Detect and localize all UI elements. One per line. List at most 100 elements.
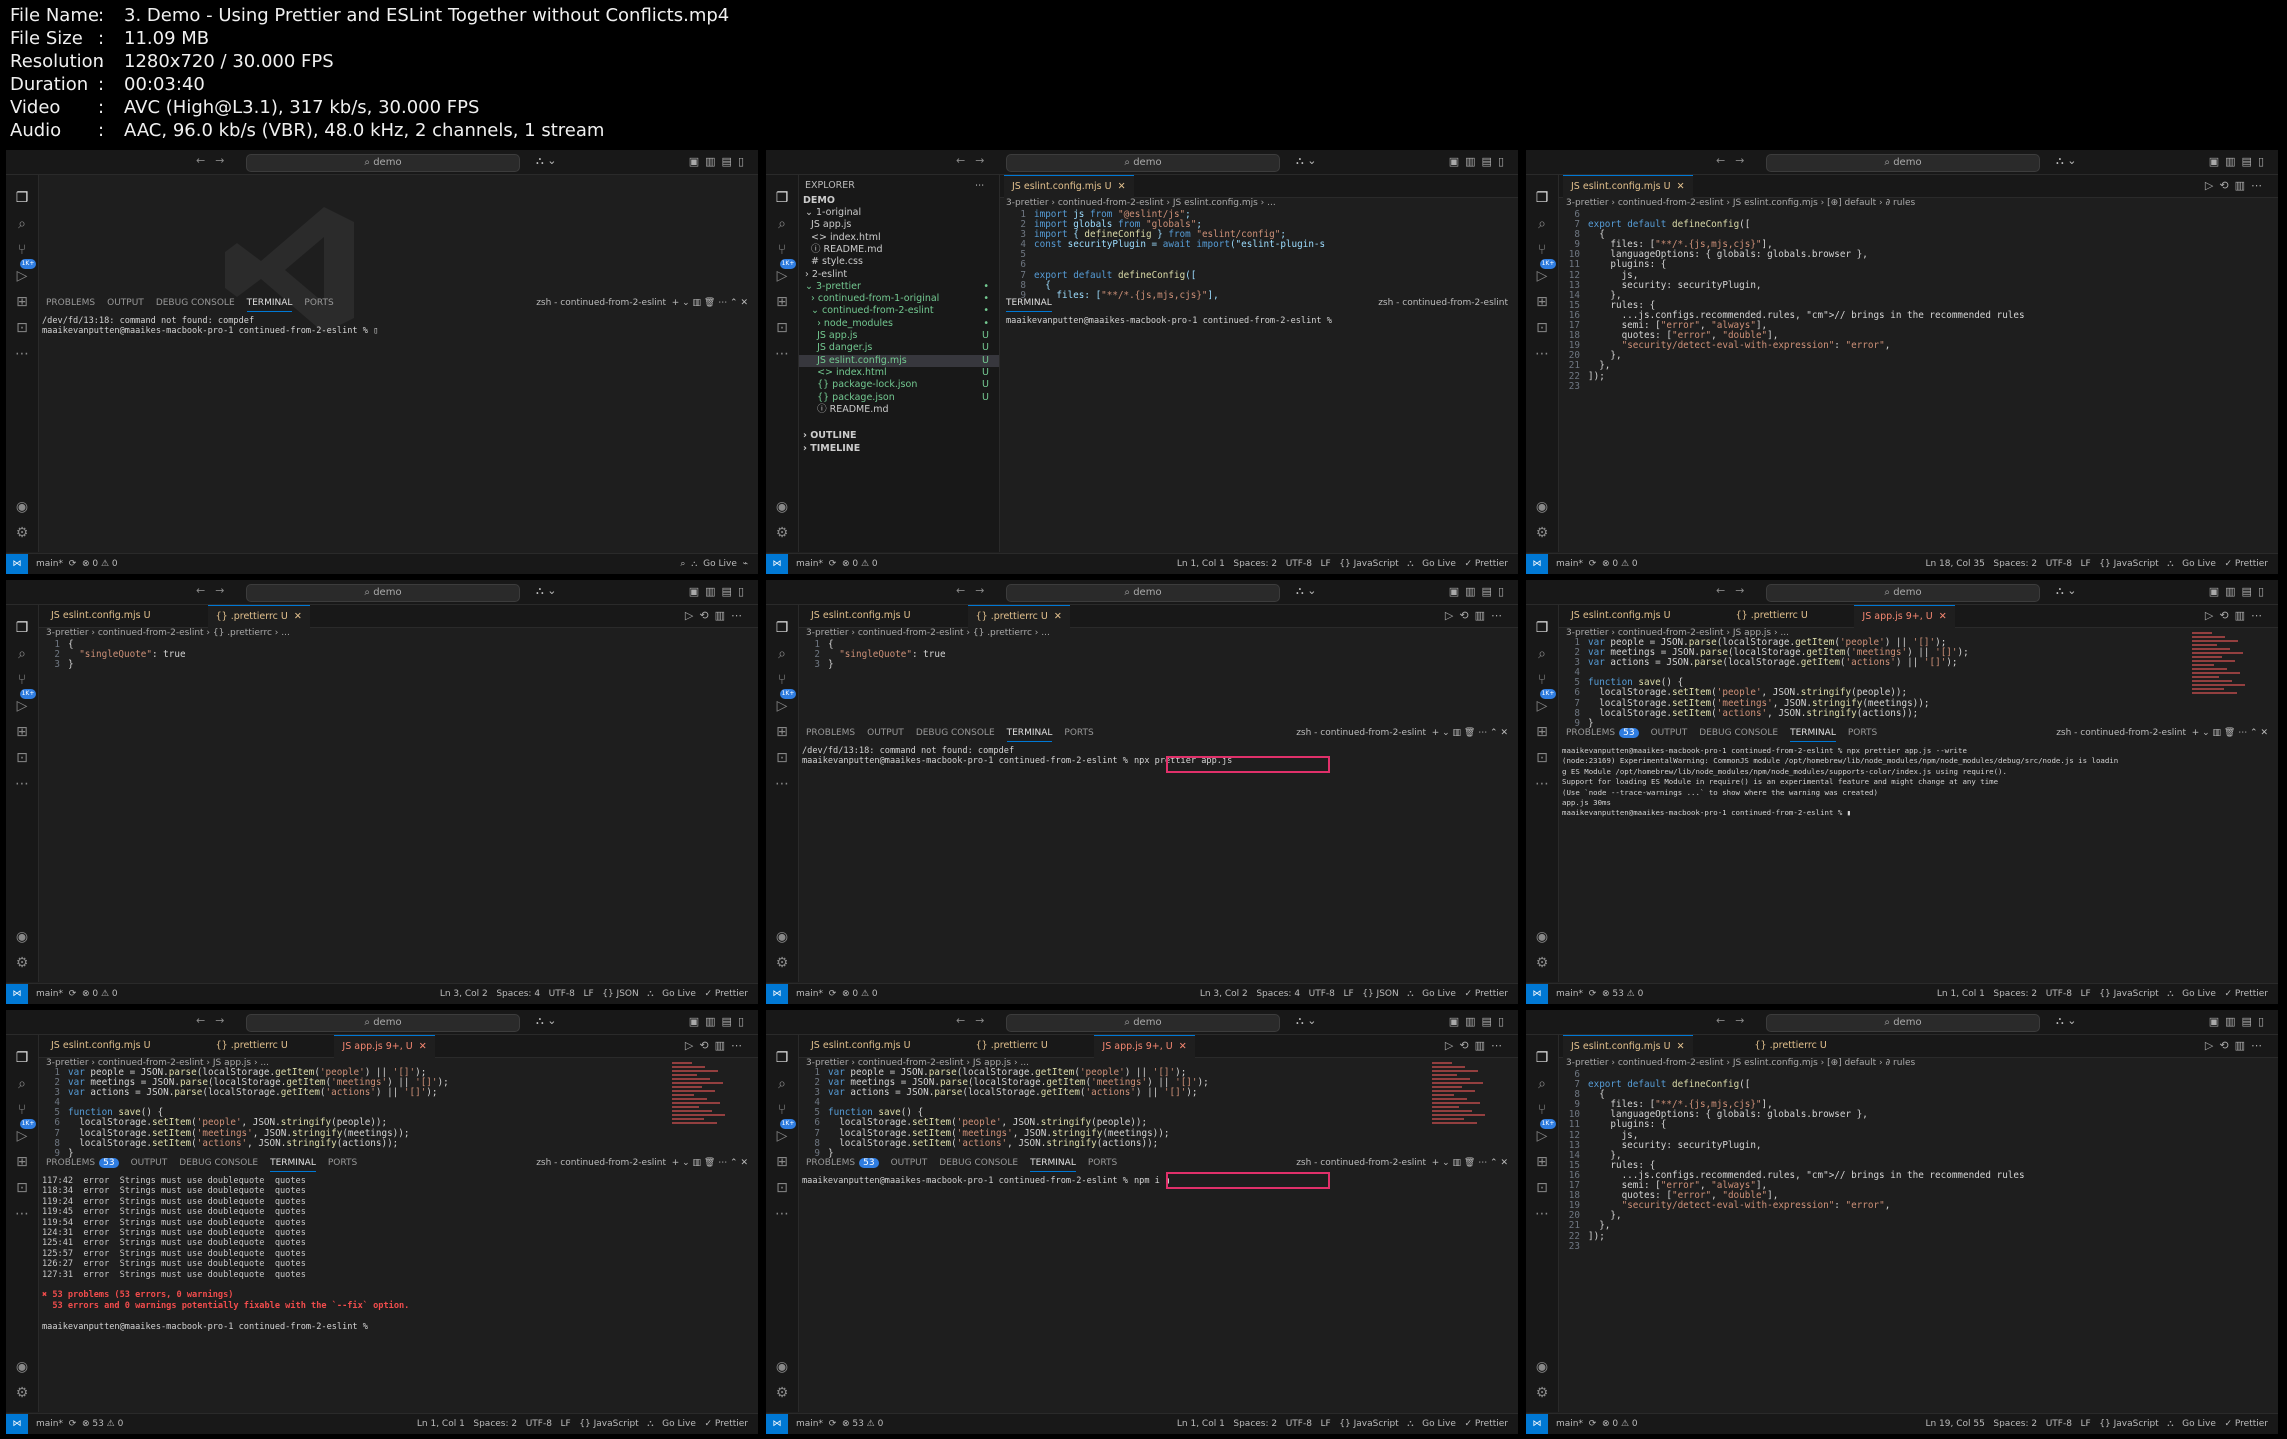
nav-arrows-icon[interactable]: ←→ [956, 154, 994, 167]
extensions-icon[interactable]: ⊞ [13, 1153, 31, 1171]
editor-actions-icon[interactable]: ▷⟲▥⋯ [1445, 609, 1508, 622]
panel-tab-ports[interactable]: PORTS [1064, 728, 1093, 738]
search-icon[interactable]: ⌕ [773, 1075, 791, 1093]
editor-tab[interactable]: JS eslint.config.mjs U [803, 605, 919, 627]
source-control-icon[interactable]: ⑂ [13, 671, 31, 689]
code-text[interactable]: import js from "@eslint/js"; import globa… [1034, 209, 1325, 301]
status-left[interactable]: main* ⟳ ⊗ 0 ⚠ 0 [36, 554, 118, 574]
nav-arrows-icon[interactable]: ←→ [956, 584, 994, 597]
run-debug-icon[interactable]: ▷ [1533, 1127, 1551, 1145]
explorer-item[interactable]: › node_modules • [799, 318, 999, 330]
copilot-icon[interactable]: ⛬ ⌄ [2056, 154, 2076, 168]
panel-tab-output[interactable]: OUTPUT [867, 728, 904, 738]
terminal-controls[interactable]: zsh - continued-from-2-eslint [1378, 298, 1508, 308]
minimap[interactable] [672, 1060, 728, 1126]
layout-icons[interactable]: ▣▥▤▯ [1449, 1015, 1510, 1028]
nav-arrows-icon[interactable]: ←→ [1716, 1014, 1754, 1027]
code-text[interactable]: { "singleQuote": true} [68, 639, 186, 670]
more-icon[interactable]: ⋯ [13, 775, 31, 793]
explorer-icon[interactable]: ❐ [1533, 1049, 1551, 1067]
nav-arrows-icon[interactable]: ←→ [196, 1014, 234, 1027]
explorer-item[interactable]: ⓘ README.md [799, 244, 999, 256]
editor-tab[interactable]: JS eslint.config.mjs U [1563, 605, 1679, 627]
remote-indicator-icon[interactable]: ⋈ [6, 984, 28, 1004]
breadcrumb[interactable]: 3-prettier › continued-from-2-eslint › J… [1566, 198, 1915, 208]
panel-tab-terminal[interactable]: TERMINAL [1006, 298, 1052, 312]
code-text[interactable]: var people = JSON.parse(localStorage.get… [1588, 637, 1969, 729]
panel-tab-terminal[interactable]: TERMINAL [1006, 728, 1053, 742]
panel-tab-ports[interactable]: PORTS [304, 298, 333, 308]
remote-icon[interactable]: ⊡ [1533, 1179, 1551, 1197]
copilot-icon[interactable]: ⛬ ⌄ [2056, 1014, 2076, 1028]
remote-icon[interactable]: ⊡ [773, 1179, 791, 1197]
run-debug-icon[interactable]: ▷ [13, 267, 31, 285]
search-icon[interactable]: ⌕ [1533, 215, 1551, 233]
account-icon[interactable]: ◉ [13, 1358, 31, 1376]
panel-tab-debug-console[interactable]: DEBUG CONSOLE [916, 728, 995, 738]
status-left[interactable]: main* ⟳ ⊗ 53 ⚠ 0 [796, 1414, 883, 1434]
remote-icon[interactable]: ⊡ [773, 319, 791, 337]
command-center-search[interactable]: ⌕ demo [1766, 154, 2040, 172]
editor-tab[interactable]: JS eslint.config.mjs U ✕ [1563, 175, 1693, 198]
more-icon[interactable]: ⋯ [13, 345, 31, 363]
explorer-item[interactable]: ⓘ README.md [799, 404, 999, 416]
editor-actions-icon[interactable]: ▷⟲▥⋯ [1445, 1039, 1508, 1052]
manage-gear-icon[interactable]: ⚙ [13, 524, 31, 542]
search-icon[interactable]: ⌕ [1533, 645, 1551, 663]
status-right[interactable]: ⌕ ⛬ Go Live ⌁ [680, 554, 748, 574]
extensions-icon[interactable]: ⊞ [13, 723, 31, 741]
extensions-icon[interactable]: ⊞ [773, 293, 791, 311]
run-debug-icon[interactable]: ▷ [13, 1127, 31, 1145]
copilot-icon[interactable]: ⛬ ⌄ [536, 1014, 556, 1028]
more-icon[interactable]: ⋯ [1533, 1205, 1551, 1223]
account-icon[interactable]: ◉ [1533, 928, 1551, 946]
search-icon[interactable]: ⌕ [13, 645, 31, 663]
terminal-actions-icon[interactable]: + ⌄ ▥ 🗑 ⋯ ⌃ ✕ [666, 298, 748, 308]
panel-tab-terminal[interactable]: TERMINAL [1030, 1158, 1076, 1172]
explorer-icon[interactable]: ❐ [13, 1049, 31, 1067]
more-icon[interactable]: ⋯ [773, 775, 791, 793]
editor-tab[interactable]: {} .prettierrc U ✕ [967, 605, 1070, 628]
status-left[interactable]: main* ⟳ ⊗ 0 ⚠ 0 [1556, 1414, 1638, 1434]
explorer-item[interactable]: ⌄ 3-prettier • [799, 281, 999, 293]
explorer-item[interactable]: ⌄ continued-from-2-eslint • [799, 305, 999, 317]
source-control-icon[interactable]: ⑂ [13, 1101, 31, 1119]
account-icon[interactable]: ◉ [1533, 498, 1551, 516]
remote-indicator-icon[interactable]: ⋈ [766, 554, 788, 574]
manage-gear-icon[interactable]: ⚙ [1533, 524, 1551, 542]
panel-tab-problems[interactable]: PROBLEMS [1566, 728, 1615, 738]
code-text[interactable]: export default defineConfig([ { files: [… [1588, 1070, 2025, 1252]
panel-tab-problems[interactable]: PROBLEMS [46, 1158, 95, 1168]
terminal-name[interactable]: zsh - continued-from-2-eslint [2056, 728, 2186, 738]
explorer-icon[interactable]: ❐ [773, 189, 791, 207]
panel-tab-output[interactable]: OUTPUT [891, 1158, 928, 1168]
layout-icons[interactable]: ▣▥▤▯ [2209, 585, 2270, 598]
account-icon[interactable]: ◉ [13, 498, 31, 516]
status-right[interactable]: Ln 3, Col 2 Spaces: 4 UTF-8 LF {} JSON ⛬… [440, 984, 748, 1004]
editor-actions-icon[interactable]: ▷⟲▥⋯ [2205, 609, 2268, 622]
code-text[interactable]: var people = JSON.parse(localStorage.get… [68, 1067, 449, 1159]
source-control-icon[interactable]: ⑂ [13, 241, 31, 259]
editor-tab[interactable]: JS eslint.config.mjs U [43, 1035, 159, 1057]
explorer-item[interactable]: › 2-eslint [799, 269, 999, 281]
breadcrumb[interactable]: 3-prettier › continued-from-2-eslint › J… [1566, 1058, 1915, 1068]
remote-indicator-icon[interactable]: ⋈ [766, 984, 788, 1004]
panel-tab-problems[interactable]: PROBLEMS [806, 728, 855, 738]
editor-tab[interactable]: JS eslint.config.mjs U ✕ [1004, 175, 1134, 198]
explorer-item[interactable]: {} package.json U [799, 392, 999, 404]
explorer-item[interactable]: JS eslint.config.mjs U [799, 354, 999, 367]
terminal-name[interactable]: zsh - continued-from-2-eslint [1296, 728, 1426, 738]
status-right[interactable]: Ln 19, Col 55 Spaces: 2 UTF-8 LF {} Java… [1925, 1414, 2268, 1434]
panel-tab-output[interactable]: OUTPUT [107, 298, 144, 308]
status-left[interactable]: main* ⟳ ⊗ 53 ⚠ 0 [1556, 984, 1643, 1004]
extensions-icon[interactable]: ⊞ [13, 293, 31, 311]
command-center-search[interactable]: ⌕ demo [1766, 1014, 2040, 1032]
explorer-item[interactable]: JS app.js U [799, 330, 999, 342]
terminal-name[interactable]: zsh - continued-from-2-eslint [1296, 1158, 1426, 1168]
manage-gear-icon[interactable]: ⚙ [773, 524, 791, 542]
panel-tab-terminal[interactable]: TERMINAL [1790, 728, 1836, 742]
layout-icons[interactable]: ▣▥▤▯ [1449, 585, 1510, 598]
account-icon[interactable]: ◉ [13, 928, 31, 946]
remote-icon[interactable]: ⊡ [1533, 749, 1551, 767]
remote-indicator-icon[interactable]: ⋈ [6, 554, 28, 574]
